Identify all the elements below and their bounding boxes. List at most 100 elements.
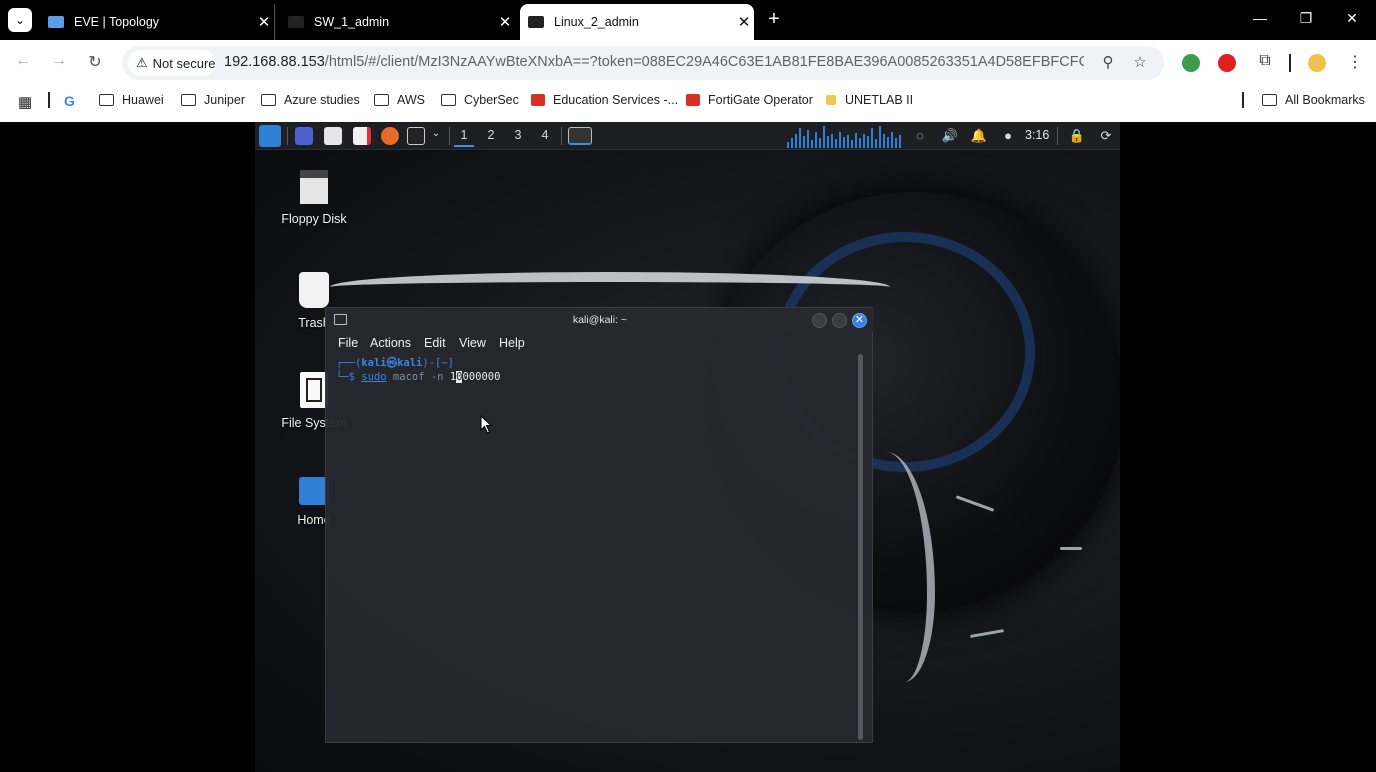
command-number-end: 000000: [462, 371, 501, 383]
kali-menu-icon[interactable]: [259, 125, 281, 147]
tab-sw1-admin[interactable]: SW_1_admin ✕: [280, 4, 515, 40]
bookmark-label: AWS: [397, 93, 426, 107]
apps-grid-icon[interactable]: ▦: [18, 93, 32, 111]
browser-toolbar: ← → ↻ ⚠ Not secure 192.168.88.153/html5/…: [0, 40, 1376, 86]
firefox-icon[interactable]: [381, 127, 399, 145]
menu-view[interactable]: View: [459, 336, 486, 350]
terminal-titlebar[interactable]: kali@kali: ~ ✕: [326, 308, 874, 332]
menu-actions[interactable]: Actions: [370, 336, 411, 350]
folder-icon: [99, 94, 114, 106]
prompt-user: kali: [361, 357, 387, 369]
back-icon[interactable]: ←: [12, 52, 34, 70]
terminal-window[interactable]: kali@kali: ~ ✕ File Actions Edit View He…: [325, 307, 874, 743]
all-bookmarks-button[interactable]: All Bookmarks: [1262, 93, 1365, 107]
volume-icon[interactable]: 🔊: [941, 128, 959, 144]
bookmark-folder-juniper[interactable]: Juniper: [181, 93, 245, 107]
bookmark-label: FortiGate Operator: [708, 93, 813, 107]
tab-strip: ⌄ EVE | Topology ✕ SW_1_admin ✕ Linux_2_…: [0, 0, 1376, 40]
minimize-window-button[interactable]: [812, 313, 827, 328]
fortinet-icon: [531, 94, 545, 106]
bookmark-folder-azure[interactable]: Azure studies: [261, 93, 360, 107]
wallpaper-spike: [969, 629, 1005, 638]
lock-icon[interactable]: 🔒: [1068, 128, 1086, 144]
google-icon: G: [64, 93, 75, 109]
close-terminal-button[interactable]: ✕: [852, 313, 867, 328]
workspace-3[interactable]: 3: [508, 128, 528, 142]
address-bar[interactable]: ⚠ Not secure 192.168.88.153/html5/#/clie…: [122, 46, 1164, 80]
workspace-1[interactable]: 1: [454, 128, 474, 147]
bookmark-folder-cybersec[interactable]: CyberSec: [441, 93, 519, 107]
console-favicon-icon: [528, 16, 544, 28]
panel-divider: [449, 127, 450, 145]
menu-kebab-icon[interactable]: ⋮: [1344, 52, 1366, 72]
command-name: sudo: [361, 371, 387, 383]
zoom-icon[interactable]: ⚲: [1098, 53, 1118, 71]
security-chip[interactable]: ⚠ Not secure: [128, 50, 216, 76]
close-tab-icon[interactable]: ✕: [734, 13, 754, 31]
folder-icon: [374, 94, 389, 106]
bookmark-star-icon[interactable]: ☆: [1130, 53, 1150, 71]
tab-eve-topology[interactable]: EVE | Topology ✕: [40, 4, 275, 40]
terminal-scrollbar[interactable]: [858, 354, 863, 740]
opera-extension-icon[interactable]: [1218, 54, 1236, 72]
prompt-prefix: ┌──(: [336, 357, 362, 369]
file-manager-icon[interactable]: [324, 127, 342, 145]
logout-icon[interactable]: ⟳: [1097, 128, 1115, 144]
prompt-at: ㉿: [386, 357, 398, 369]
taskbar-terminal-window[interactable]: [568, 127, 592, 145]
cpu-graph: [787, 126, 905, 148]
chevron-down-icon[interactable]: ⌄: [427, 128, 445, 139]
reload-icon[interactable]: ↻: [84, 52, 106, 72]
desktop-icon-floppy[interactable]: Floppy Disk: [269, 170, 359, 226]
bookmarks-bar: ▦ G Huawei Juniper Azure studies AWS Cyb…: [0, 86, 1376, 122]
notification-bell-icon[interactable]: 🔔: [970, 128, 988, 144]
refresh-status-icon[interactable]: ◌: [911, 128, 929, 143]
close-tab-icon[interactable]: ✕: [254, 13, 274, 31]
text-editor-icon[interactable]: [353, 127, 371, 145]
eve-favicon-icon: [48, 16, 64, 28]
panel-divider: [1057, 127, 1058, 145]
folder-icon: [261, 94, 276, 106]
show-desktop-icon[interactable]: [295, 127, 313, 145]
close-tab-icon[interactable]: ✕: [495, 13, 515, 31]
power-status-icon[interactable]: ●: [999, 128, 1017, 143]
url-text[interactable]: 192.168.88.153/html5/#/client/MzI3NzAAYw…: [224, 54, 1084, 70]
minimize-icon[interactable]: —: [1250, 10, 1270, 26]
workspace-2[interactable]: 2: [481, 128, 501, 142]
terminal-output[interactable]: ┌──(kali㉿kali)-[~] └─$ sudo macof -n 100…: [336, 356, 500, 384]
bookmark-folder-aws[interactable]: AWS: [374, 93, 425, 107]
tab-title: Linux_2_admin: [554, 15, 639, 29]
profile-avatar-icon[interactable]: [1308, 54, 1326, 72]
terminal-icon[interactable]: [407, 127, 425, 145]
extensions-puzzle-icon[interactable]: ⧉: [1254, 52, 1276, 70]
bookmark-label: UNETLAB II: [845, 93, 914, 107]
menu-help[interactable]: Help: [499, 336, 525, 350]
remote-desktop-view[interactable]: ⌄ 1 2 3 4 ◌ 🔊 🔔 ● 3:16 🔒 ⟳ Floppy Disk T…: [255, 122, 1120, 772]
bookmarks-divider: [1242, 92, 1244, 108]
desktop-icon-label: Floppy Disk: [281, 212, 347, 226]
tab-linux2-admin[interactable]: Linux_2_admin ✕: [520, 4, 754, 40]
maximize-window-button[interactable]: [832, 313, 847, 328]
bookmark-folder-huawei[interactable]: Huawei: [99, 93, 164, 107]
extension-globe-icon[interactable]: [1182, 54, 1200, 72]
bookmark-education-services[interactable]: Education Services -...: [531, 93, 678, 107]
google-bookmark[interactable]: G: [64, 93, 78, 109]
close-window-icon[interactable]: ✕: [1342, 10, 1362, 27]
bookmark-fortigate-operator[interactable]: FortiGate Operator: [686, 93, 813, 107]
bookmark-unetlab[interactable]: UNETLAB II: [826, 93, 913, 107]
workspace-4[interactable]: 4: [535, 128, 555, 142]
new-tab-icon[interactable]: +: [763, 8, 785, 31]
prompt-line: ┌──(kali㉿kali)-[~]: [336, 356, 500, 370]
security-chip-label: Not secure: [152, 55, 216, 71]
command-line: └─$ sudo macof -n 10000000: [336, 370, 500, 384]
tab-search-icon[interactable]: ⌄: [8, 8, 32, 32]
forward-icon[interactable]: →: [48, 52, 70, 70]
panel-clock[interactable]: 3:16: [1025, 128, 1049, 142]
menu-file[interactable]: File: [338, 336, 358, 350]
command-args: macof -n: [392, 371, 444, 383]
bookmarks-divider: [48, 92, 50, 108]
tab-title: EVE | Topology: [74, 15, 160, 29]
all-bookmarks-label: All Bookmarks: [1285, 93, 1365, 107]
menu-edit[interactable]: Edit: [424, 336, 446, 350]
restore-icon[interactable]: ❐: [1296, 10, 1316, 27]
